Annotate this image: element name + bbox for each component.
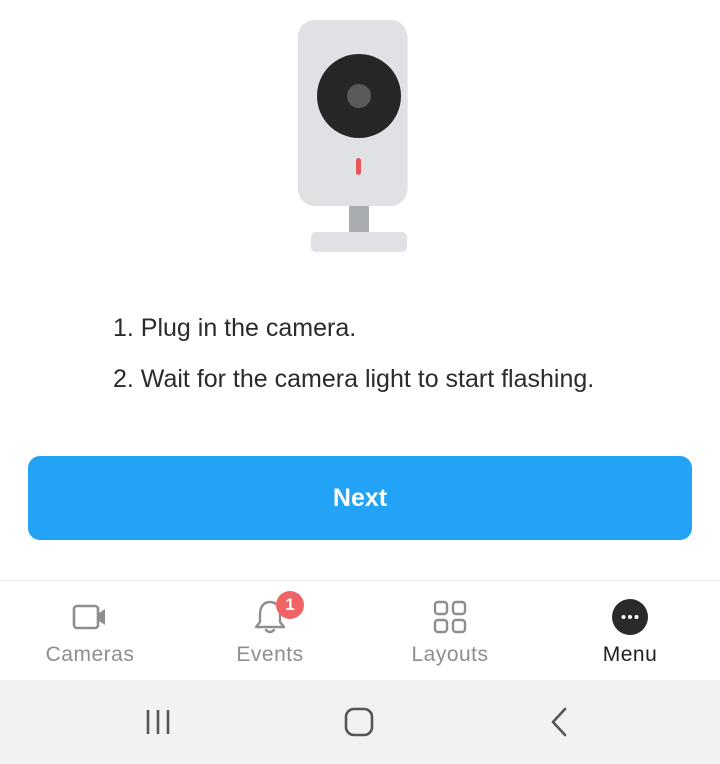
instruction-step-2: 2. Wait for the camera light to start fl… [113,365,595,393]
tab-events-label: Events [236,643,304,666]
grid-icon [433,600,467,634]
tab-menu-label: Menu [602,643,658,666]
camera-stand-neck [349,206,369,232]
tab-layouts[interactable]: Layouts [360,581,540,681]
bottom-tab-bar: Cameras 1 Events Layouts Menu [0,580,720,680]
home-icon[interactable] [337,700,381,744]
tab-layouts-label: Layouts [411,643,489,666]
events-badge: 1 [276,591,304,619]
instruction-step-1: 1. Plug in the camera. [113,314,357,342]
setup-instructions: 1. Plug in the camera. 2. Wait for the c… [113,312,693,395]
camera-indicator-light [356,158,361,175]
tab-events[interactable]: 1 Events [180,581,360,681]
tab-menu[interactable]: Menu [540,581,720,681]
camera-lens-inner [347,84,371,108]
recent-apps-icon[interactable] [136,700,180,744]
video-camera-icon [72,604,105,630]
camera-stand-base [311,232,407,252]
tab-cameras-label: Cameras [45,643,135,666]
more-dots-icon [612,599,648,635]
camera-illustration [297,20,408,252]
next-button[interactable]: Next [28,456,692,540]
tab-cameras[interactable]: Cameras [0,581,180,681]
system-navigation-bar [0,680,720,764]
back-icon[interactable] [538,700,582,744]
